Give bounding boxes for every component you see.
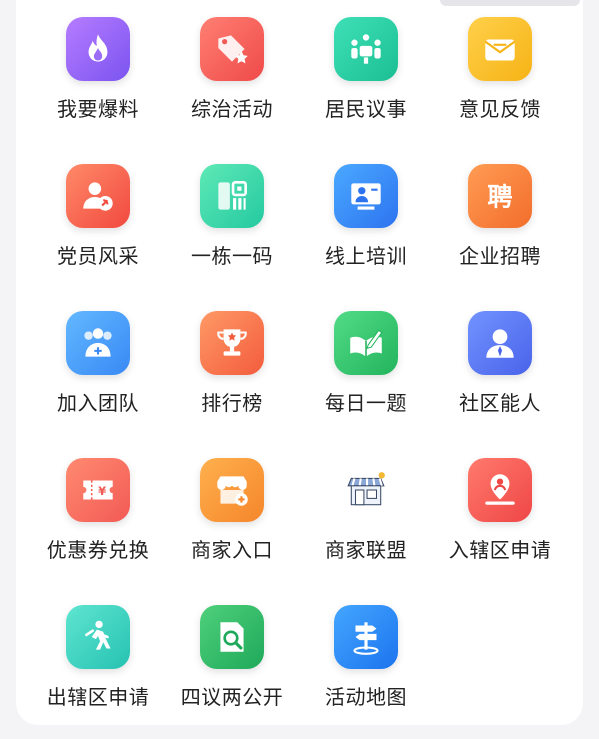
- tile-label: 一栋一码: [191, 244, 273, 268]
- tile-label: 商家联盟: [325, 538, 407, 562]
- meeting-icon: [334, 17, 398, 81]
- tile-label: 优惠券兑换: [46, 538, 150, 562]
- storefront-icon: [334, 458, 398, 522]
- tile-building-code[interactable]: 一栋一码: [165, 164, 299, 294]
- tile-label: 企业招聘: [459, 244, 541, 268]
- tile-merchant-alliance[interactable]: 商家联盟: [299, 458, 433, 588]
- tile-label: 意见反馈: [459, 97, 541, 121]
- tile-label: 综治活动: [191, 97, 273, 121]
- tile-report[interactable]: 我要爆料: [31, 17, 165, 147]
- location-person-icon: [468, 458, 532, 522]
- tile-activity-map[interactable]: 活动地图: [299, 605, 433, 735]
- svg-text:¥: ¥: [98, 484, 106, 498]
- recruit-icon: 聘: [468, 164, 532, 228]
- tile-resident-discussion[interactable]: 居民议事: [299, 17, 433, 147]
- tile-label: 加入团队: [57, 391, 139, 415]
- tile-recruitment[interactable]: 聘 企业招聘: [433, 164, 567, 294]
- tile-party-members[interactable]: 党员风采: [31, 164, 165, 294]
- tile-label: 社区能人: [459, 391, 541, 415]
- tile-label: 排行榜: [201, 391, 263, 415]
- tile-exit-district[interactable]: 出辖区申请: [31, 605, 165, 735]
- tile-label: 居民议事: [325, 97, 407, 121]
- tile-community-talent[interactable]: 社区能人: [433, 311, 567, 441]
- tile-label: 出辖区申请: [46, 685, 150, 709]
- person-icon: [468, 311, 532, 375]
- tile-label: 党员风采: [57, 244, 139, 268]
- tile-ranking[interactable]: 排行榜: [165, 311, 299, 441]
- coupon-icon: ¥: [66, 458, 130, 522]
- book-pen-icon: [334, 311, 398, 375]
- tile-online-training[interactable]: 线上培训: [299, 164, 433, 294]
- tag-star-icon: [200, 17, 264, 81]
- tile-label: 四议两公开: [180, 685, 284, 709]
- tile-governance-activity[interactable]: 综治活动: [165, 17, 299, 147]
- tile-label: 线上培训: [325, 244, 407, 268]
- qr-code-icon: [200, 164, 264, 228]
- service-grid: 我要爆料 综治活动 居民议事 意见反馈 党员风采 一栋一码 线上培训 聘 企业招…: [0, 0, 599, 739]
- team-icon: [66, 311, 130, 375]
- tile-enter-district[interactable]: 入辖区申请: [433, 458, 567, 588]
- tile-label: 活动地图: [325, 685, 407, 709]
- trophy-icon: [200, 311, 264, 375]
- flame-icon: [66, 17, 130, 81]
- tile-merchant-entry[interactable]: 商家入口: [165, 458, 299, 588]
- tile-daily-question[interactable]: 每日一题: [299, 311, 433, 441]
- tile-label: 每日一题: [325, 391, 407, 415]
- signpost-icon: [334, 605, 398, 669]
- walking-exit-icon: [66, 605, 130, 669]
- tile-feedback[interactable]: 意见反馈: [433, 17, 567, 147]
- party-member-icon: [66, 164, 130, 228]
- document-search-icon: [200, 605, 264, 669]
- tile-label: 我要爆料: [57, 97, 139, 121]
- online-training-icon: [334, 164, 398, 228]
- tile-label: 商家入口: [191, 538, 273, 562]
- svg-text:聘: 聘: [487, 182, 512, 211]
- tile-four-discussions[interactable]: 四议两公开: [165, 605, 299, 735]
- shop-entry-icon: [200, 458, 264, 522]
- tile-label: 入辖区申请: [448, 538, 552, 562]
- tile-join-team[interactable]: 加入团队: [31, 311, 165, 441]
- envelope-icon: [468, 17, 532, 81]
- tile-coupon-exchange[interactable]: ¥ 优惠券兑换: [31, 458, 165, 588]
